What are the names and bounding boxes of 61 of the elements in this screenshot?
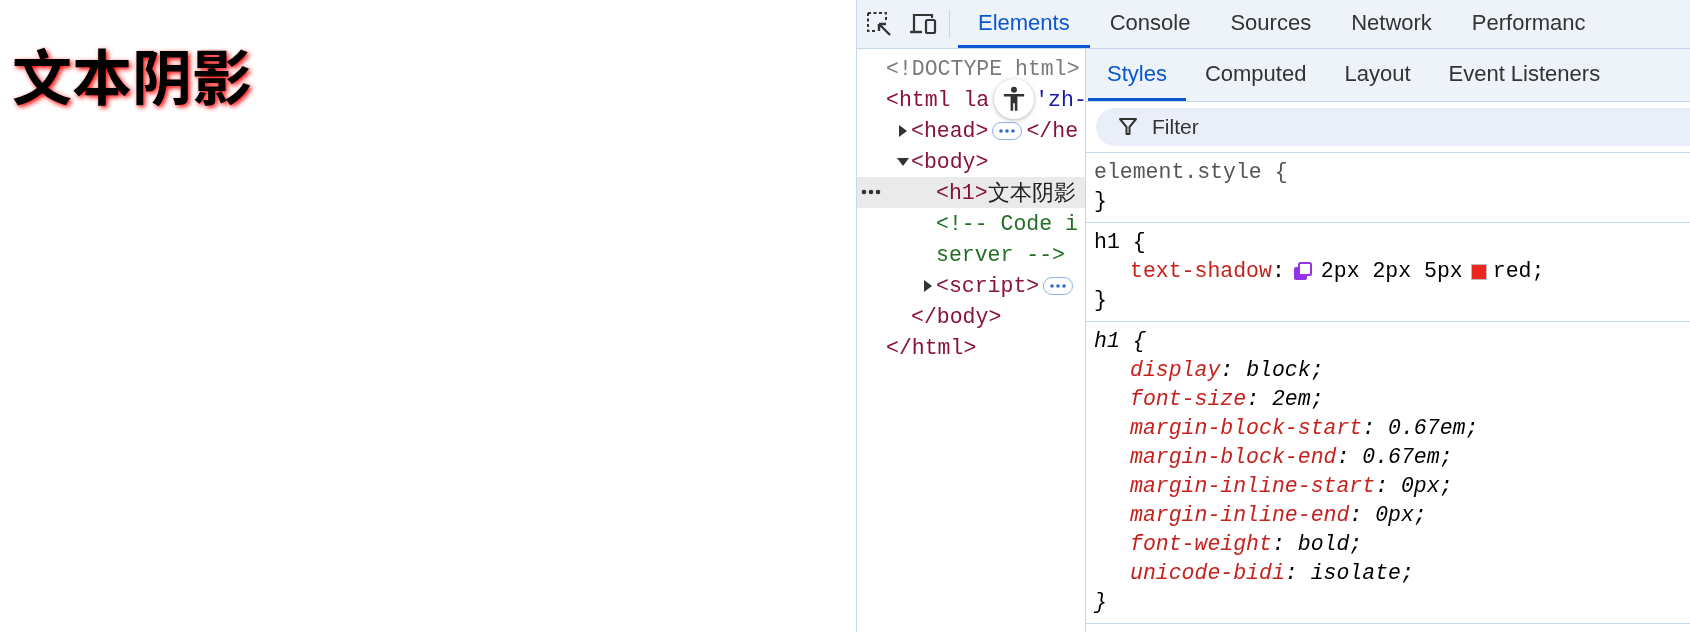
- sidebar-tab[interactable]: Event Listeners: [1429, 49, 1620, 101]
- element-text[interactable]: 文本阴影: [987, 178, 1076, 207]
- comment-text[interactable]: server -->: [936, 242, 1066, 267]
- css-selector[interactable]: h1 {: [1094, 327, 1146, 356]
- doctype-text[interactable]: <!DOCTYPE html>: [886, 56, 1080, 81]
- property-value[interactable]: : 0.67em;: [1336, 443, 1453, 472]
- panel-tab[interactable]: Performanc: [1451, 0, 1606, 48]
- property-name[interactable]: font-size: [1130, 385, 1247, 414]
- filter-field[interactable]: Filter: [1096, 108, 1690, 146]
- element-tag[interactable]: <head>: [911, 118, 989, 143]
- expand-triangle-icon[interactable]: [923, 278, 933, 293]
- property-name[interactable]: margin-block-start: [1130, 414, 1363, 443]
- closing-brace: }: [1094, 188, 1107, 215]
- element-tag[interactable]: <h1>: [936, 180, 988, 205]
- panel-tab[interactable]: Network: [1331, 0, 1452, 48]
- property-name[interactable]: margin-inline-end: [1130, 501, 1350, 530]
- panel-tab[interactable]: Sources: [1210, 0, 1332, 48]
- closing-brace: }: [1094, 589, 1107, 616]
- page-heading: 文本阴影: [12, 38, 252, 110]
- more-icon[interactable]: [861, 189, 881, 195]
- css-selector[interactable]: element.style {: [1094, 158, 1288, 187]
- filter-icon: [1118, 117, 1138, 137]
- property-value[interactable]: 2px 2px 5px: [1320, 257, 1463, 286]
- comment-text[interactable]: <!-- Code i: [936, 211, 1078, 236]
- sidebar-tab[interactable]: Computed: [1185, 49, 1326, 101]
- accessibility-icon[interactable]: [994, 79, 1034, 119]
- property-name[interactable]: unicode-bidi: [1130, 559, 1285, 588]
- property-value[interactable]: red;: [1492, 257, 1545, 286]
- property-name[interactable]: margin-inline-start: [1130, 472, 1376, 501]
- sidebar-tab[interactable]: Layout: [1325, 49, 1430, 101]
- closing-brace: }: [1094, 287, 1107, 314]
- property-value[interactable]: : bold;: [1271, 530, 1363, 559]
- property-name[interactable]: font-weight: [1130, 530, 1272, 559]
- element-tag[interactable]: <body>: [911, 149, 989, 174]
- element-tag[interactable]: <script>: [936, 273, 1040, 298]
- element-tag[interactable]: <html la: [886, 87, 990, 112]
- color-swatch[interactable]: [1470, 263, 1487, 280]
- closing-tag[interactable]: </html>: [886, 335, 977, 360]
- property-value[interactable]: : isolate;: [1284, 559, 1414, 588]
- property-name[interactable]: text-shadow: [1130, 257, 1272, 286]
- property-value[interactable]: : block;: [1220, 356, 1324, 385]
- closing-tag[interactable]: </body>: [911, 304, 1002, 329]
- property-name[interactable]: display: [1130, 356, 1221, 385]
- collapse-triangle-icon[interactable]: [896, 156, 910, 167]
- collapsed-badge[interactable]: [992, 121, 1023, 140]
- css-selector[interactable]: h1 {: [1094, 228, 1146, 257]
- attribute-value[interactable]: 'zh-: [1035, 87, 1085, 112]
- collapsed-badge[interactable]: [1043, 276, 1074, 295]
- panel-tab[interactable]: Elements: [958, 0, 1090, 48]
- property-value[interactable]: : 0px;: [1349, 501, 1427, 530]
- property-value[interactable]: : 2em;: [1246, 385, 1324, 414]
- sidebar-tab[interactable]: Styles: [1088, 49, 1186, 101]
- property-value[interactable]: : 0.67em;: [1362, 414, 1479, 443]
- property-value[interactable]: :: [1271, 257, 1285, 286]
- panel-tab[interactable]: Console: [1089, 0, 1211, 48]
- shadow-editor-icon[interactable]: [1292, 261, 1313, 282]
- closing-tag[interactable]: </he: [1026, 118, 1079, 143]
- property-value[interactable]: : 0px;: [1375, 472, 1453, 501]
- property-name[interactable]: margin-block-end: [1130, 443, 1337, 472]
- filter-input[interactable]: Filter: [1150, 114, 1425, 140]
- expand-triangle-icon[interactable]: [898, 123, 908, 138]
